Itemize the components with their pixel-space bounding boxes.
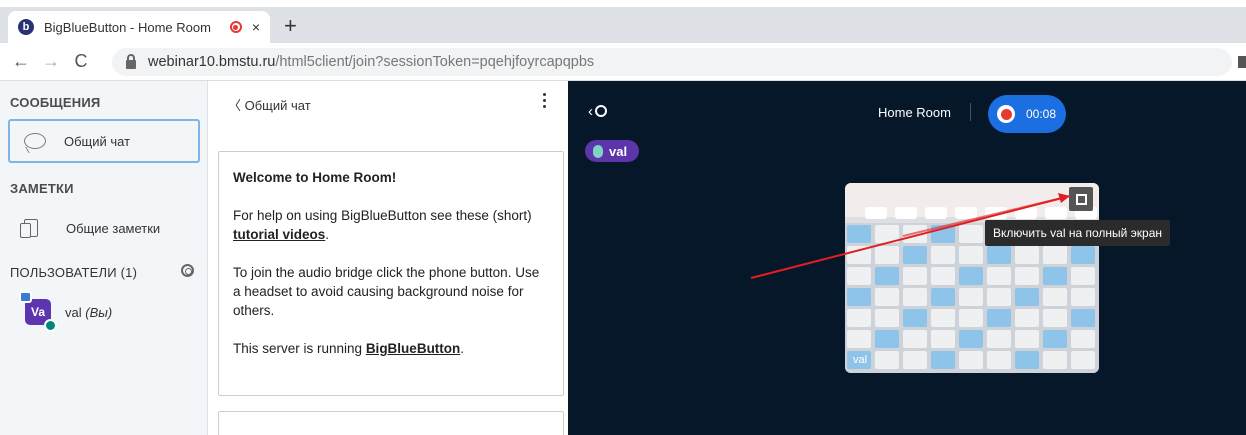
- server-text: This server is running: [233, 341, 366, 356]
- sidebar-item-public-chat[interactable]: Общий чат: [8, 119, 200, 163]
- user-name: val: [65, 304, 82, 320]
- lock-icon: [126, 53, 136, 69]
- camera-icon[interactable]: [1238, 56, 1246, 68]
- recording-indicator-icon: [229, 21, 242, 33]
- notes-header: ЗАМЕТКИ: [10, 181, 74, 196]
- browser-toolbar: ← → C webinar10.bmstu.ru/html5client/joi…: [0, 43, 1246, 81]
- browser-tab-strip: b BigBlueButton - Home Room × +: [0, 7, 1246, 43]
- chat-back-button[interactable]: 〈 Общий чат: [228, 95, 311, 114]
- shared-notes-label: Общие заметки: [66, 220, 161, 236]
- help-text: For help on using BigBlueButton see thes…: [233, 208, 532, 223]
- chat-panel: 〈 Общий чат Welcome to Home Room! For he…: [208, 81, 568, 435]
- gear-icon[interactable]: [181, 264, 194, 277]
- reload-icon[interactable]: C: [66, 51, 96, 72]
- notes-icon: [20, 219, 38, 238]
- user-list-item[interactable]: Va val (Вы): [19, 291, 113, 332]
- address-bar[interactable]: webinar10.bmstu.ru/html5client/join?sess…: [112, 48, 1232, 76]
- welcome-prefix: Welcome to: [233, 170, 313, 185]
- annotation-arrow: [750, 193, 1071, 279]
- bigbluebutton-link[interactable]: BigBlueButton: [366, 341, 460, 356]
- new-tab-button[interactable]: +: [284, 15, 297, 37]
- tab-close-icon[interactable]: ×: [252, 19, 260, 35]
- media-area: ‹ Home Room 00:08 val val Включить val н…: [568, 81, 1246, 435]
- audio-text: To join the audio bridge click the phone…: [233, 265, 540, 318]
- welcome-room: Home Room!: [312, 170, 397, 185]
- next-message: Чтобы пригласить собеседника: [218, 411, 564, 435]
- avatar-initials: Va: [30, 305, 45, 319]
- page-header-fragment: [0, 0, 1246, 7]
- sidebar: СООБЩЕНИЯ Общий чат ЗАМЕТКИ Общие заметк…: [0, 81, 208, 435]
- avatar: Va: [19, 291, 57, 332]
- users-header: ПОЛЬЗОВАТЕЛИ (1): [10, 265, 138, 280]
- messages-header: СООБЩЕНИЯ: [10, 95, 101, 110]
- user-you-tag: (Вы): [85, 304, 113, 320]
- browser-tab[interactable]: b BigBlueButton - Home Room ×: [8, 11, 270, 43]
- help-end: .: [325, 227, 330, 242]
- back-arrow-icon[interactable]: ←: [6, 51, 36, 72]
- url-path: /html5client/join?sessionToken=pqehjfoyr…: [275, 54, 595, 70]
- forward-arrow-icon[interactable]: →: [36, 51, 66, 72]
- tab-title: BigBlueButton - Home Room: [44, 19, 211, 35]
- welcome-message: Welcome to Home Room! For help on using …: [218, 151, 564, 396]
- bigbluebutton-favicon-icon: b: [18, 19, 34, 35]
- microphone-badge-icon: [44, 319, 57, 332]
- server-end: .: [460, 341, 465, 356]
- url-host: webinar10.bmstu.ru: [148, 54, 276, 70]
- sidebar-item-shared-notes[interactable]: Общие заметки: [20, 219, 161, 238]
- public-chat-label: Общий чат: [64, 133, 131, 149]
- tutorial-videos-link[interactable]: tutorial videos: [233, 227, 325, 242]
- presenter-badge-icon: [19, 291, 32, 303]
- chat-bubble-icon: [24, 133, 46, 149]
- more-options-icon[interactable]: [543, 93, 547, 109]
